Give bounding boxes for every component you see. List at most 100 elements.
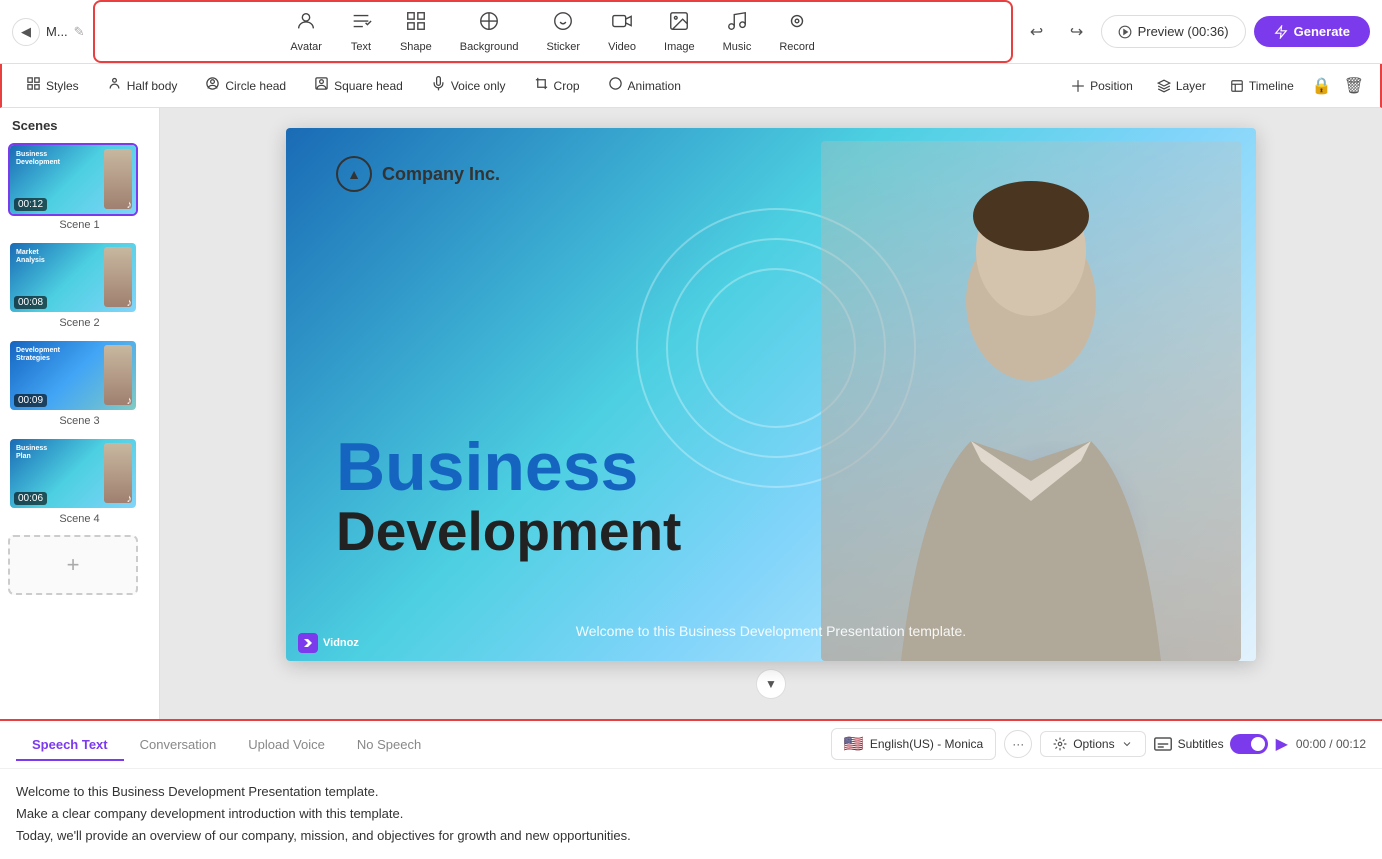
vidnoz-text: Vidnoz: [323, 637, 359, 649]
delete-icon[interactable]: 🗑: [1340, 72, 1368, 100]
scene-thumb-2[interactable]: MarketAnalysis 00:08 ♪: [8, 241, 138, 314]
options-selector[interactable]: Options: [1040, 731, 1145, 757]
subtool-layer[interactable]: Layer: [1147, 74, 1216, 98]
scene-4-music: ♪: [127, 493, 133, 505]
voice-only-icon: [431, 76, 446, 95]
scene-1-duration: 00:12: [14, 198, 47, 211]
speech-content: Welcome to this Business Development Pre…: [0, 769, 1382, 859]
canvas-scroll-button[interactable]: ▼: [756, 669, 786, 698]
scene-1-label: Scene 1: [8, 219, 151, 231]
options-label: Options: [1073, 737, 1114, 751]
subtool-animation[interactable]: Animation: [596, 71, 693, 100]
main-toolbar: Avatar Text Shape Background Sticker: [93, 0, 1013, 63]
avatar-icon: [295, 10, 317, 38]
subtool-circle-head[interactable]: Circle head: [193, 71, 298, 100]
tab-no-speech[interactable]: No Speech: [341, 729, 437, 760]
company-logo: Company Inc.: [336, 156, 500, 192]
scene-4-duration: 00:06: [14, 492, 47, 505]
scene-3-music: ♪: [127, 395, 133, 407]
subtool-timeline[interactable]: Timeline: [1220, 74, 1304, 98]
tab-upload-voice[interactable]: Upload Voice: [232, 729, 341, 760]
back-button[interactable]: ◀: [12, 18, 40, 46]
speech-line-1: Welcome to this Business Development Pre…: [16, 781, 1366, 803]
scene-3-duration: 00:09: [14, 394, 47, 407]
scene-4-text: BusinessPlan: [16, 445, 47, 462]
toolbar-record[interactable]: Record: [765, 6, 828, 57]
speech-line-3: Today, we'll provide an overview of our …: [16, 825, 1366, 847]
canvas-area: Company Inc. Business Development: [160, 108, 1382, 719]
image-icon: [668, 10, 690, 38]
time-display: 00:00 / 00:12: [1296, 737, 1366, 751]
scene-4-label: Scene 4: [8, 513, 151, 525]
subtool-square-head[interactable]: Square head: [302, 71, 415, 100]
avatar-container[interactable]: [806, 128, 1256, 661]
subtool-styles[interactable]: Styles: [14, 71, 91, 100]
scene-2-label: Scene 2: [8, 317, 151, 329]
title-sub: Development: [336, 501, 681, 562]
subtool-half-body[interactable]: Half body: [95, 71, 190, 100]
company-name: Company Inc.: [382, 164, 500, 185]
scene-item-2[interactable]: MarketAnalysis 00:08 ♪ Scene 2: [8, 241, 151, 329]
scene-3-text: DevelopmentStrategies: [16, 347, 60, 364]
scene-1-music: ♪: [127, 199, 133, 211]
top-bar-left: ◀ M... ✎: [12, 18, 85, 46]
scene-2-text: MarketAnalysis: [16, 249, 45, 266]
bottom-panel: Speech Text Conversation Upload Voice No…: [0, 719, 1382, 859]
vidnoz-logo: Vidnoz: [298, 633, 359, 653]
scene-thumb-1[interactable]: BusinessDevelopment 00:12 ♪: [8, 143, 138, 216]
scene-item-1[interactable]: BusinessDevelopment 00:12 ♪ Scene 1: [8, 143, 151, 231]
preview-label: Preview (00:36): [1138, 24, 1229, 39]
toolbar-image[interactable]: Image: [650, 6, 709, 57]
subtool-crop[interactable]: Crop: [522, 71, 592, 100]
lock-icon[interactable]: 🔒: [1308, 72, 1336, 100]
redo-button[interactable]: ↪: [1061, 16, 1093, 48]
undo-button[interactable]: ↩: [1021, 16, 1053, 48]
tab-conversation[interactable]: Conversation: [124, 729, 233, 760]
half-body-icon: [107, 76, 122, 95]
play-button[interactable]: ▶: [1276, 734, 1288, 754]
video-icon: [611, 10, 633, 38]
subtitles-switch[interactable]: [1230, 734, 1268, 754]
project-name: M...: [46, 24, 68, 39]
logo-icon: [336, 156, 372, 192]
playback-controls: ▶ 00:00 / 00:12: [1276, 734, 1366, 754]
toolbar-avatar[interactable]: Avatar: [276, 6, 336, 57]
language-selector[interactable]: 🇺🇸 English(US) - Monica: [831, 728, 996, 760]
sticker-icon: [552, 10, 574, 38]
speech-controls: 🇺🇸 English(US) - Monica ··· Options Subt…: [831, 728, 1366, 760]
canvas-wrapper[interactable]: Company Inc. Business Development: [286, 128, 1256, 661]
scene-thumb-4[interactable]: BusinessPlan 00:06 ♪: [8, 437, 138, 510]
toolbar-text[interactable]: Text: [336, 6, 386, 57]
edit-icon[interactable]: ✎: [74, 24, 85, 40]
text-icon: [350, 10, 372, 38]
subtitles-toggle: Subtitles: [1154, 734, 1268, 754]
scene-item-3[interactable]: DevelopmentStrategies 00:09 ♪ Scene 3: [8, 339, 151, 427]
avatar-image: [821, 141, 1241, 661]
shape-icon: [405, 10, 427, 38]
title-text: Business Development: [336, 433, 681, 562]
background-icon: [478, 10, 500, 38]
toolbar-shape[interactable]: Shape: [386, 6, 446, 57]
language-flag: 🇺🇸: [844, 734, 864, 754]
toolbar-music[interactable]: Music: [709, 6, 766, 57]
scene-thumb-3[interactable]: DevelopmentStrategies 00:09 ♪: [8, 339, 138, 412]
speech-line-2: Make a clear company development introdu…: [16, 803, 1366, 825]
vidnoz-icon: [298, 633, 318, 653]
subtool-voice-only[interactable]: Voice only: [419, 71, 518, 100]
tab-speech-text[interactable]: Speech Text: [16, 729, 124, 760]
toolbar-background[interactable]: Background: [446, 6, 533, 57]
more-button[interactable]: ···: [1004, 730, 1032, 758]
record-icon: [786, 10, 808, 38]
styles-icon: [26, 76, 41, 95]
preview-button[interactable]: Preview (00:36): [1101, 15, 1246, 48]
subtitle-bar: Welcome to this Business Development Pre…: [335, 623, 1208, 641]
toolbar-sticker[interactable]: Sticker: [532, 6, 594, 57]
title-main: Business: [336, 433, 681, 501]
toolbar-video[interactable]: Video: [594, 6, 650, 57]
add-scene-button[interactable]: +: [8, 535, 138, 595]
subtool-position[interactable]: Position: [1061, 74, 1143, 98]
generate-button[interactable]: Generate: [1254, 16, 1370, 47]
generate-label: Generate: [1294, 24, 1350, 39]
scene-item-4[interactable]: BusinessPlan 00:06 ♪ Scene 4: [8, 437, 151, 525]
scene-2-music: ♪: [127, 297, 133, 309]
